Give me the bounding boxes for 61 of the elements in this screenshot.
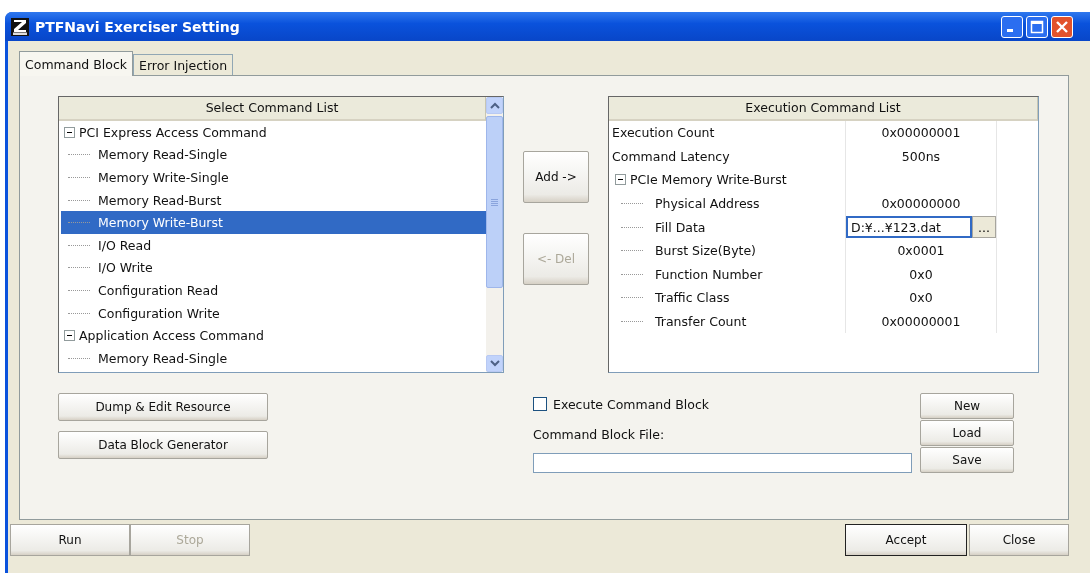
collapse-icon[interactable]	[64, 330, 75, 342]
file-field[interactable]	[533, 453, 912, 473]
tab[interactable]: Command Block	[19, 51, 134, 76]
property-name: Physical Address	[655, 196, 760, 212]
property-name: Burst Size(Byte)	[655, 243, 756, 259]
property-value[interactable]: 0x0	[845, 262, 997, 287]
property-name: Transfer Count	[655, 314, 747, 330]
tree-group-label[interactable]: Application Access Command	[79, 328, 264, 344]
file-button[interactable]: Load	[920, 420, 1014, 446]
window-title: PTFNavi Exerciser Setting	[35, 18, 240, 35]
tree-item[interactable]: I/O Read	[61, 233, 486, 257]
tree-item[interactable]: Memory Write-Single	[61, 166, 486, 189]
tab[interactable]: Error Injection	[133, 54, 234, 76]
minimize-button[interactable]	[1001, 15, 1023, 38]
tree-item[interactable]: Configuration Write	[61, 301, 486, 325]
property-value[interactable]: 0x00000001	[845, 309, 997, 334]
minimize-icon	[1007, 29, 1013, 32]
tree-item[interactable]: Memory Read-Single	[61, 346, 486, 370]
property-value[interactable]: 0x0	[845, 286, 997, 310]
list-header: Execution Command List	[609, 97, 1038, 121]
app-logo-icon	[11, 17, 29, 36]
file-button[interactable]: Save	[920, 447, 1014, 473]
tree-group-label[interactable]: PCIe Memory Write-Burst	[630, 172, 787, 188]
tree-item[interactable]: Memory Read-Single	[61, 143, 486, 167]
scrollbar[interactable]	[486, 97, 503, 372]
property-value[interactable]: 0x00000000	[845, 191, 997, 216]
footer-button[interactable]: Accept	[845, 524, 967, 556]
tree-item[interactable]: Configuration Read	[61, 279, 486, 302]
close-window-button[interactable]	[1051, 15, 1073, 38]
property-name: Traffic Class	[655, 290, 730, 306]
tool-button[interactable]: Data Block Generator	[58, 431, 268, 459]
property-name: Command Latency	[611, 147, 731, 166]
field-label: Command Block File:	[533, 427, 666, 444]
collapse-icon[interactable]	[615, 174, 626, 186]
scroll-up-icon[interactable]	[486, 97, 503, 114]
scroll-thumb[interactable]	[486, 116, 503, 288]
file-path-field[interactable]: D:¥...¥123.dat	[846, 216, 972, 238]
tree-item[interactable]: Memory Write-Burst	[61, 211, 486, 234]
footer-button[interactable]: Close	[969, 524, 1069, 556]
property-value[interactable]: 0x00000001	[845, 121, 997, 145]
tool-button[interactable]: Dump & Edit Resource	[58, 393, 268, 421]
maximize-button[interactable]	[1026, 15, 1048, 38]
tree-group-label[interactable]: PCI Express Access Command	[79, 124, 267, 140]
close-icon	[1055, 19, 1069, 34]
property-name: Function Number	[655, 266, 763, 282]
checkbox[interactable]	[533, 397, 547, 411]
property-name: Execution Count	[611, 124, 716, 143]
tree-item[interactable]: Memory Read-Burst	[61, 188, 486, 212]
footer-button[interactable]: Run	[10, 524, 130, 556]
collapse-icon[interactable]	[64, 126, 75, 138]
tree-item[interactable]: I/O Write	[61, 256, 486, 280]
property-value[interactable]: 0x0001	[845, 238, 997, 263]
scroll-down-icon[interactable]	[486, 355, 503, 372]
file-button[interactable]: New	[920, 393, 1014, 419]
property-name: Fill Data	[655, 219, 706, 235]
browse-button[interactable]: ...	[972, 216, 996, 238]
list-header: Select Command List	[59, 97, 486, 121]
maximize-icon	[1030, 19, 1044, 34]
checkbox-label: Execute Command Block	[553, 396, 709, 412]
move-button[interactable]: Add ->	[523, 151, 589, 203]
property-value[interactable]: 500ns	[845, 144, 997, 169]
